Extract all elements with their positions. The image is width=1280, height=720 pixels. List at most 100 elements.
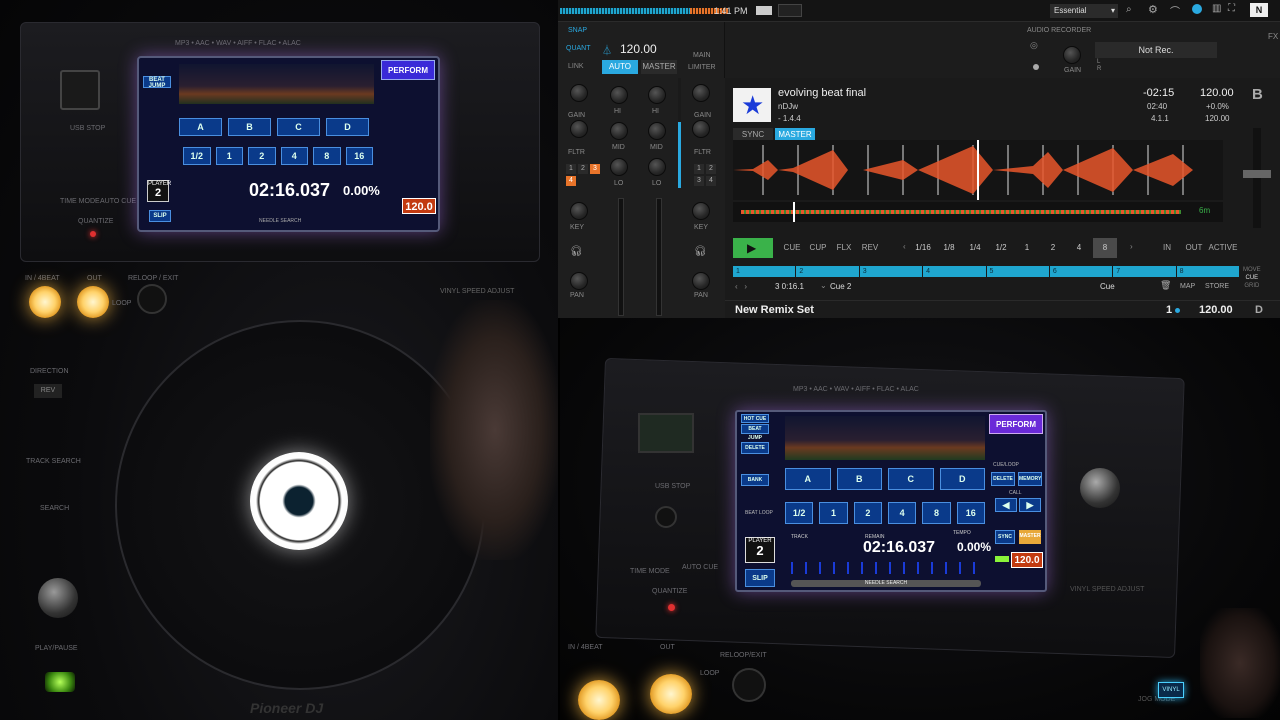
left-slip-button[interactable]: SLIP (149, 210, 171, 222)
hotcue-8[interactable]: 8 (1176, 266, 1239, 277)
right-beat-4[interactable]: 4 (887, 502, 917, 524)
right-hotcue-a[interactable]: A (785, 468, 831, 490)
left-beat-jump-button[interactable]: BEAT JUMP (143, 76, 171, 89)
hot-cue-button[interactable]: HOT CUE (741, 414, 769, 423)
hotcue-7[interactable]: 7 (1113, 266, 1176, 277)
hotcue-3[interactable]: 3 (859, 266, 923, 277)
delete-icon[interactable]: 🗑︎ (1160, 280, 1171, 291)
cue-mode-label[interactable]: CUE (1243, 274, 1261, 282)
quant-button[interactable]: QUANT (566, 45, 591, 52)
hotcue-2[interactable]: 2 (796, 266, 859, 277)
left-beat-2[interactable]: 2 (248, 147, 276, 165)
right-hotcue-d[interactable]: D (939, 468, 985, 490)
fx-assign-left-1[interactable]: 1 (566, 164, 576, 174)
snap-button[interactable]: SNAP (568, 27, 587, 34)
loop-size-4[interactable]: 4 (1067, 238, 1091, 258)
vinyl-button[interactable]: VINYL (1158, 682, 1184, 698)
headphone-cue-right-icon[interactable]: 🎧︎ (694, 246, 707, 257)
left-hotcue-a[interactable]: A (179, 118, 222, 136)
right-beat-jump-button[interactable]: BEAT JUMP (741, 424, 769, 441)
right-needle-search-bar[interactable]: NEEDLE SEARCH (791, 580, 981, 587)
map-button[interactable]: MAP (1180, 283, 1195, 290)
loop-size-1-16[interactable]: 1/16 (911, 238, 935, 258)
search-icon[interactable]: ⌕ (1126, 4, 1132, 15)
fx-assign-right-3[interactable]: 3 (694, 176, 704, 186)
master-tempo[interactable]: 120.00 (620, 42, 657, 56)
memory-button[interactable]: MEMORY (1018, 472, 1042, 486)
call-next-button[interactable]: ▶ (1019, 498, 1041, 512)
right-perform-button[interactable]: PERFORM (989, 414, 1043, 434)
key-knob-right[interactable] (692, 202, 710, 220)
rev-button[interactable]: REV (34, 384, 62, 398)
cue-name[interactable]: Cue 2 (830, 282, 851, 291)
key-knob-left[interactable] (570, 202, 588, 220)
left-beat-1[interactable]: 1 (215, 147, 243, 165)
lo-knob-b[interactable] (648, 158, 666, 176)
right-delete2-button[interactable]: DELETE (991, 472, 1015, 486)
right-slip-button[interactable]: SLIP (745, 569, 775, 587)
hi-knob-a[interactable] (610, 86, 628, 104)
left-loop-in-button[interactable] (29, 286, 61, 318)
reverse-button[interactable]: REV (857, 238, 883, 258)
loop-size-1-2[interactable]: 1/2 (989, 238, 1013, 258)
gain-knob-right[interactable] (692, 84, 710, 102)
mid-knob-a[interactable] (610, 122, 628, 140)
link-button[interactable]: LINK (568, 63, 584, 70)
play-pause-button[interactable] (45, 672, 75, 692)
pan-knob-left[interactable] (570, 272, 588, 290)
fader-a[interactable] (618, 198, 624, 316)
bank-button[interactable]: BANK (741, 474, 769, 486)
auto-button[interactable]: AUTO (602, 60, 638, 74)
call-prev-button[interactable]: ◀ (995, 498, 1017, 512)
right-loop-out-button[interactable] (650, 674, 692, 714)
hotcue-4[interactable]: 4 (923, 266, 986, 277)
loop-size-1-4[interactable]: 1/4 (963, 238, 987, 258)
left-perform-button[interactable]: PERFORM (381, 60, 435, 80)
hotcue-5[interactable]: 5 (986, 266, 1049, 277)
loop-out-button[interactable]: OUT (1181, 238, 1207, 258)
gear-icon[interactable]: ⚙ (1148, 3, 1158, 16)
recorder-gain-knob[interactable] (1063, 46, 1081, 64)
master-button[interactable]: MASTER (641, 60, 677, 74)
loop-next-icon[interactable]: › (1130, 242, 1133, 251)
left-hotcue-d[interactable]: D (326, 118, 369, 136)
fx-assign-left-2[interactable]: 2 (578, 164, 588, 174)
fltr-knob-left[interactable] (570, 120, 588, 138)
lo-knob-a[interactable] (610, 158, 628, 176)
cup-button[interactable]: CUP (805, 238, 831, 258)
loop-size-1-8[interactable]: 1/8 (937, 238, 961, 258)
cue-type[interactable]: Cue (1100, 282, 1115, 291)
fx-assign-left-3[interactable]: 3 (590, 164, 600, 174)
left-reloop-button[interactable] (137, 284, 167, 314)
fx-assign-right-4[interactable]: 4 (706, 176, 716, 186)
tempo-fader-handle[interactable] (1243, 170, 1271, 178)
left-hotcue-b[interactable]: B (228, 118, 271, 136)
headphones-icon[interactable]: ⌒ (1170, 3, 1180, 18)
info-icon[interactable] (1192, 4, 1202, 14)
left-hotcue-c[interactable]: C (277, 118, 320, 136)
loop-size-2[interactable]: 2 (1041, 238, 1065, 258)
cue-button[interactable]: CUE (779, 238, 805, 258)
loop-size-1[interactable]: 1 (1015, 238, 1039, 258)
loop-prev-icon[interactable]: ‹ (903, 242, 906, 251)
fader-b[interactable] (656, 198, 662, 316)
cue-dropdown-icon[interactable]: ⌄ (820, 281, 827, 290)
play-button[interactable]: ▶ (733, 238, 773, 258)
store-button[interactable]: STORE (1205, 283, 1229, 290)
right-beat-1[interactable]: 1 (819, 502, 848, 524)
left-beat-1-2[interactable]: 1/2 (183, 147, 211, 165)
right-beat-1-2[interactable]: 1/2 (785, 502, 814, 524)
loop-active-button[interactable]: ACTIVE (1207, 238, 1239, 258)
pan-knob-right[interactable] (692, 272, 710, 290)
fltr-knob-right[interactable] (692, 120, 710, 138)
right-beat-8[interactable]: 8 (922, 502, 951, 524)
right-master-button[interactable]: MASTER (1019, 530, 1041, 544)
left-beat-16[interactable]: 16 (345, 147, 373, 165)
right-browse-knob[interactable] (1080, 468, 1120, 508)
left-beat-4[interactable]: 4 (280, 147, 308, 165)
right-delete-button[interactable]: DELETE (741, 442, 769, 454)
right-beat-16[interactable]: 16 (956, 502, 985, 524)
hotcue-6[interactable]: 6 (1049, 266, 1113, 277)
bars-icon[interactable]: ▥ (1212, 3, 1221, 14)
gain-knob-left[interactable] (570, 84, 588, 102)
